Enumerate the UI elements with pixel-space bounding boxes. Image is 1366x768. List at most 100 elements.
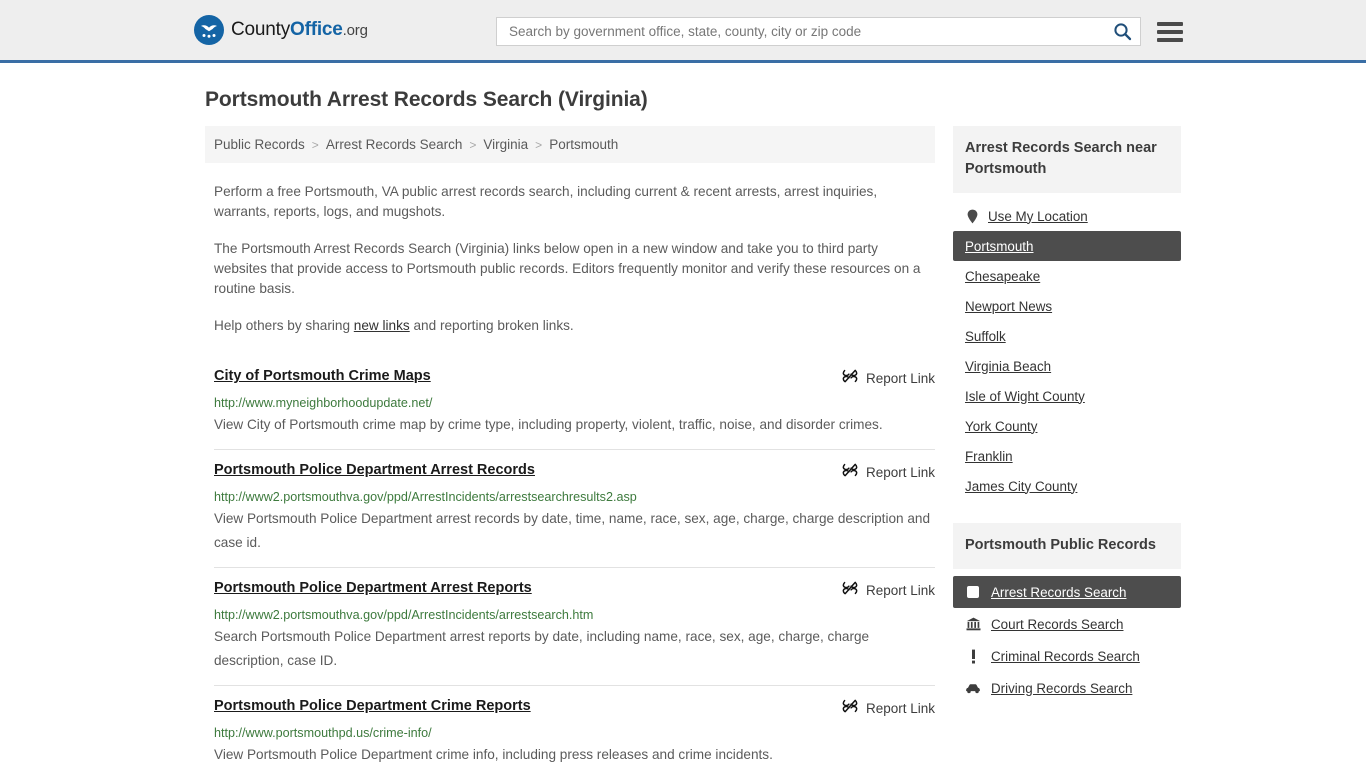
sidebar-item-label: James City County (965, 478, 1078, 494)
breadcrumb-item-portsmouth[interactable]: Portsmouth (549, 137, 618, 152)
intro-p3-after: and reporting broken links. (409, 318, 574, 333)
intro-paragraph-2: The Portsmouth Arrest Records Search (Vi… (214, 241, 921, 296)
breadcrumb-separator: > (311, 137, 319, 152)
report-link-button[interactable]: Report Link (842, 697, 935, 719)
result-row: Portsmouth Police Department Crime Repor… (214, 685, 935, 768)
sidebar-item-driving-records-search[interactable]: Driving Records Search (953, 672, 1181, 704)
hamburger-bar (1157, 37, 1183, 42)
site-logo[interactable]: CountyOffice.org (194, 15, 368, 45)
sidebar-item-portsmouth[interactable]: Portsmouth (953, 231, 1181, 261)
sidebar-item-james-city-county[interactable]: James City County (953, 471, 1181, 501)
search-icon[interactable] (1110, 20, 1134, 44)
logo-text-county: County (231, 19, 291, 40)
sidebar-item-label: Chesapeake (965, 268, 1041, 284)
results-list: City of Portsmouth Crime Maps Report Lin… (205, 354, 935, 768)
logo-text-tld: .org (342, 22, 368, 39)
report-link-button[interactable]: Report Link (842, 367, 935, 389)
sidebar-item-label: Driving Records Search (991, 680, 1133, 696)
sidebar-item-label: Newport News (965, 298, 1053, 314)
courthouse-icon (965, 616, 981, 632)
intro-paragraph-3: Help others by sharing new links and rep… (214, 316, 931, 336)
result-description: Search Portsmouth Police Department arre… (214, 629, 870, 668)
sidebar-item-label: Criminal Records Search (991, 648, 1140, 664)
page-body: Portsmouth Arrest Records Search (Virgin… (0, 88, 1366, 768)
sidebar-item-criminal-records-search[interactable]: Criminal Records Search (953, 640, 1181, 672)
sidebar-item-arrest-records-search[interactable]: Arrest Records Search (953, 576, 1181, 608)
sidebar-item-suffolk[interactable]: Suffolk (953, 321, 1181, 351)
broken-link-icon (842, 698, 858, 719)
intro-paragraph-1: Perform a free Portsmouth, VA public arr… (214, 184, 878, 219)
main-content: Public Records > Arrest Records Search >… (205, 126, 935, 768)
intro-section: Perform a free Portsmouth, VA public arr… (205, 182, 935, 336)
logo-text-office: Office (290, 19, 343, 40)
result-description: View City of Portsmouth crime map by cri… (214, 417, 883, 432)
sidebar-nearby-list: Use My Location Portsmouth Chesapeake Ne… (953, 201, 1181, 501)
result-title-link[interactable]: City of Portsmouth Crime Maps (214, 367, 431, 385)
sidebar-item-label: Portsmouth (965, 238, 1034, 254)
result-title-link[interactable]: Portsmouth Police Department Arrest Repo… (214, 579, 532, 597)
sidebar-item-isle-of-wight-county[interactable]: Isle of Wight County (953, 381, 1181, 411)
report-link-button[interactable]: Report Link (842, 461, 935, 483)
result-row: City of Portsmouth Crime Maps Report Lin… (214, 354, 935, 449)
sidebar-nearby-heading: Arrest Records Search near Portsmouth (953, 126, 1181, 193)
breadcrumb: Public Records > Arrest Records Search >… (205, 126, 935, 163)
sidebar-item-franklin[interactable]: Franklin (953, 441, 1181, 471)
breadcrumb-item-public-records[interactable]: Public Records (214, 137, 305, 152)
page-title: Portsmouth Arrest Records Search (Virgin… (205, 88, 648, 111)
sidebar-item-york-county[interactable]: York County (953, 411, 1181, 441)
header-search-area (496, 17, 1183, 46)
broken-link-icon (842, 580, 858, 601)
result-title-link[interactable]: Portsmouth Police Department Arrest Reco… (214, 461, 535, 479)
report-link-button[interactable]: Report Link (842, 579, 935, 601)
report-link-label: Report Link (865, 701, 935, 716)
sidebar-item-virginia-beach[interactable]: Virginia Beach (953, 351, 1181, 381)
report-link-label: Report Link (865, 583, 935, 598)
sidebar-item-newport-news[interactable]: Newport News (953, 291, 1181, 321)
use-my-location-button[interactable]: Use My Location (953, 201, 1181, 231)
sidebar: Arrest Records Search near Portsmouth Us… (953, 126, 1181, 704)
result-row: Portsmouth Police Department Arrest Repo… (214, 567, 935, 685)
sidebar-item-label: Franklin (965, 448, 1013, 464)
intro-p3-before: Help others by sharing (214, 318, 354, 333)
sidebar-item-label: Isle of Wight County (965, 388, 1085, 404)
result-description: View Portsmouth Police Department crime … (214, 747, 773, 762)
site-header: CountyOffice.org (0, 0, 1366, 63)
result-title-link[interactable]: Portsmouth Police Department Crime Repor… (214, 697, 531, 715)
logo-text: CountyOffice.org (231, 19, 368, 41)
sidebar-public-records-heading: Portsmouth Public Records (953, 523, 1181, 569)
search-input[interactable] (507, 23, 1110, 40)
result-row: Portsmouth Police Department Arrest Reco… (214, 449, 935, 567)
sidebar-item-court-records-search[interactable]: Court Records Search (953, 608, 1181, 640)
breadcrumb-item-virginia[interactable]: Virginia (483, 137, 528, 152)
sidebar-item-chesapeake[interactable]: Chesapeake (953, 261, 1181, 291)
result-url[interactable]: http://www2.portsmouthva.gov/ppd/ArrestI… (214, 607, 935, 623)
breadcrumb-separator: > (535, 137, 543, 152)
broken-link-icon (842, 368, 858, 389)
sidebar-item-label: York County (965, 418, 1038, 434)
sidebar-item-label: Court Records Search (991, 616, 1124, 632)
breadcrumb-separator: > (469, 137, 477, 152)
hamburger-menu-icon[interactable] (1157, 21, 1183, 42)
result-url[interactable]: http://www.myneighborhoodupdate.net/ (214, 395, 935, 411)
broken-link-icon (842, 462, 858, 483)
search-box[interactable] (496, 17, 1141, 46)
exclamation-icon (965, 648, 981, 664)
map-pin-icon (965, 208, 979, 224)
report-link-label: Report Link (865, 371, 935, 386)
sidebar-item-label: Virginia Beach (965, 358, 1052, 374)
result-url[interactable]: http://www.portsmouthpd.us/crime-info/ (214, 725, 935, 741)
eagle-shield-icon (194, 15, 224, 45)
report-link-label: Report Link (865, 465, 935, 480)
fingerprint-card-icon (965, 584, 981, 600)
sidebar-item-label: Arrest Records Search (991, 584, 1127, 600)
new-links-link[interactable]: new links (354, 318, 410, 333)
hamburger-bar (1157, 29, 1183, 34)
result-url[interactable]: http://www2.portsmouthva.gov/ppd/ArrestI… (214, 489, 935, 505)
sidebar-public-records-list: Arrest Records Search Court Records Sear… (953, 576, 1181, 704)
breadcrumb-item-arrest-records-search[interactable]: Arrest Records Search (326, 137, 463, 152)
hamburger-bar (1157, 21, 1183, 26)
use-my-location-label: Use My Location (988, 208, 1088, 224)
car-icon (965, 680, 981, 696)
sidebar-item-label: Suffolk (965, 328, 1006, 344)
result-description: View Portsmouth Police Department arrest… (214, 511, 931, 550)
